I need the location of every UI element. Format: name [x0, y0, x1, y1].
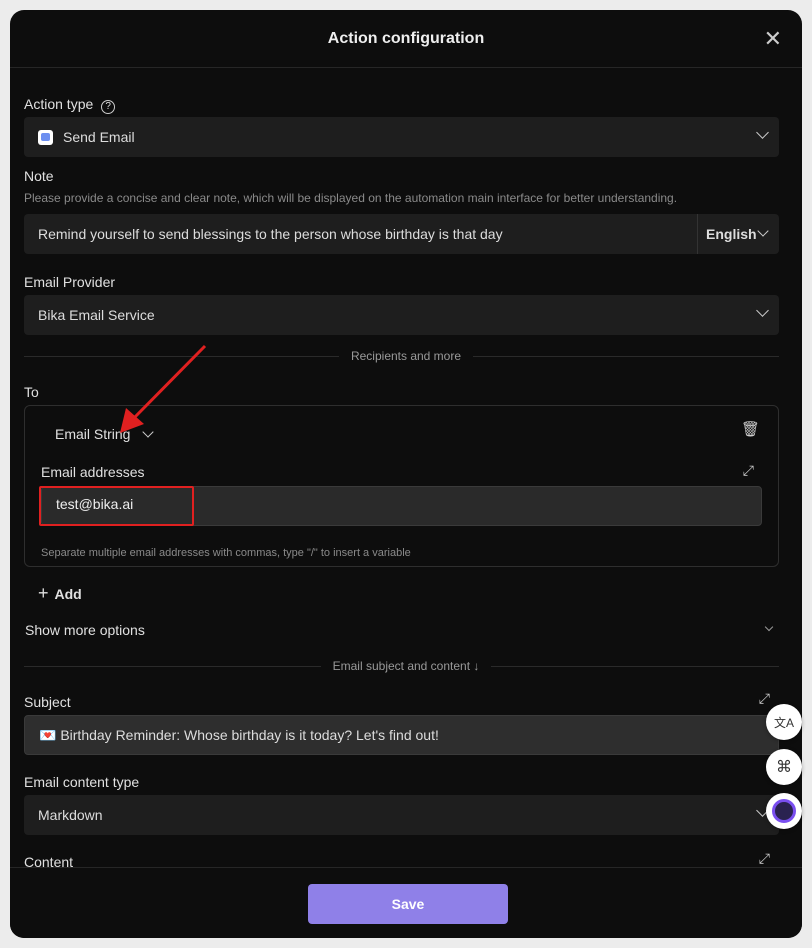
addresses-label: Email addresses — [41, 464, 145, 480]
trash-icon[interactable]: 🗑 — [741, 420, 760, 438]
content-type-select[interactable]: Markdown — [24, 795, 779, 835]
close-icon[interactable]: ✕ — [764, 26, 782, 52]
action-type-select[interactable]: Send Email — [24, 117, 779, 157]
help-icon[interactable]: ? — [101, 100, 116, 114]
assistant-icon[interactable] — [766, 793, 802, 829]
content-type-label: Email content type — [24, 774, 140, 790]
email-icon — [38, 129, 53, 145]
provider-select[interactable]: Bika Email Service — [24, 295, 779, 335]
expand-icon[interactable]: ⤢ — [759, 850, 770, 867]
add-recipient-button[interactable]: + Add — [38, 583, 82, 604]
arrow-annotation — [120, 344, 207, 433]
note-input[interactable]: Remind yourself to send blessings to the… — [24, 214, 779, 254]
expand-icon[interactable]: ⤢ — [743, 462, 754, 479]
action-configuration-dialog: Action configuration ✕ Action type ? Sen… — [10, 10, 802, 938]
chevron-down-icon — [757, 225, 769, 237]
chevron-down-icon — [756, 304, 769, 317]
addresses-hint: Separate multiple email addresses with c… — [41, 547, 411, 559]
language-select[interactable]: English — [697, 214, 779, 254]
apps-icon[interactable]: ⌘ — [766, 749, 802, 785]
note-hint: Please provide a concise and clear note,… — [24, 191, 678, 205]
note-label: Note — [24, 168, 54, 184]
footer: Save — [10, 867, 802, 938]
highlight-box — [39, 486, 194, 526]
subject-input[interactable]: 💌 Birthday Reminder: Whose birthday is i… — [24, 715, 779, 755]
expand-icon[interactable]: ⤢ — [759, 690, 770, 707]
chevron-down-icon — [756, 126, 769, 139]
content-divider: Email subject and content ↓ — [10, 659, 802, 673]
chevron-down-icon — [764, 622, 774, 632]
translate-icon[interactable]: 文A — [766, 704, 802, 740]
provider-label: Email Provider — [24, 274, 116, 290]
dialog-title: Action configuration — [10, 10, 802, 68]
plus-icon: + — [38, 583, 49, 603]
show-more-options[interactable]: Show more options — [25, 622, 145, 638]
save-button[interactable]: Save — [308, 884, 508, 924]
subject-label: Subject — [24, 694, 71, 710]
action-type-label: Action type ? — [24, 96, 116, 114]
to-label: To — [24, 384, 39, 400]
